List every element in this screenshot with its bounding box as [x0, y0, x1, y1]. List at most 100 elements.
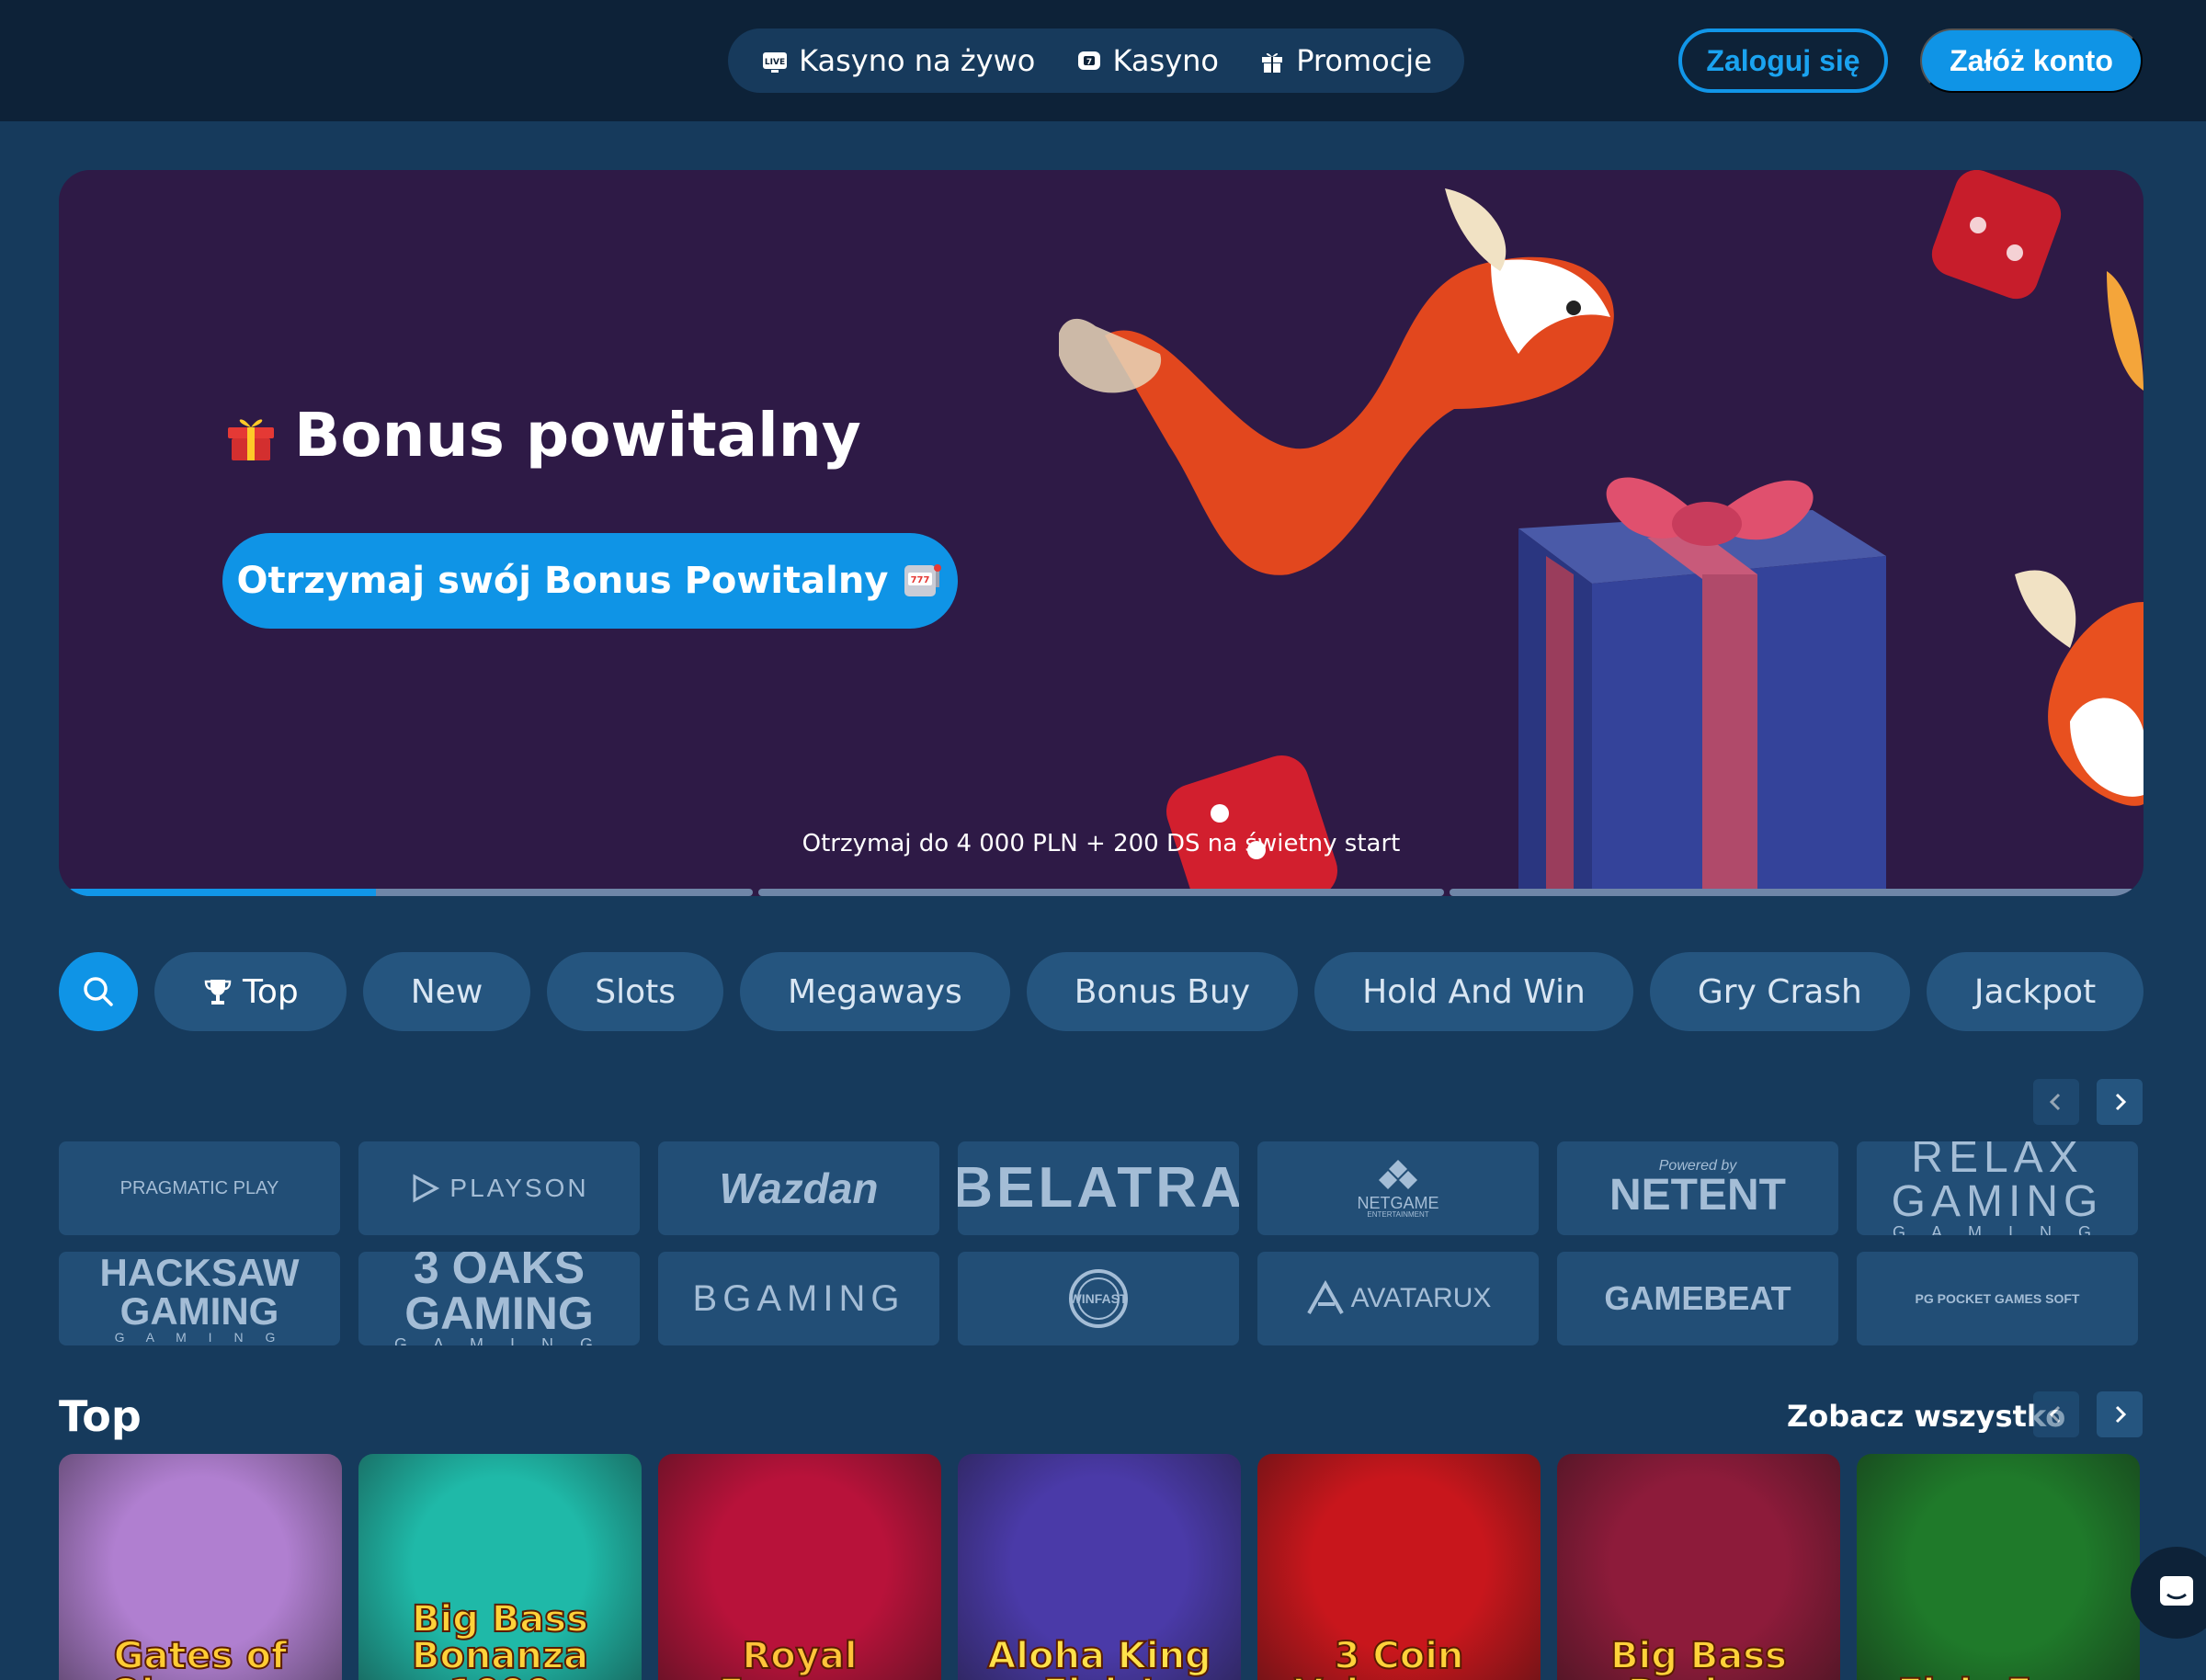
provider-avatarux[interactable]: AVATARUX — [1257, 1252, 1539, 1345]
category-crash-games[interactable]: Gry Crash — [1649, 952, 1910, 1031]
game-title: 3 Coin Volcanoes — [1293, 1635, 1505, 1680]
category-top[interactable]: Top — [154, 952, 347, 1031]
provider-logo: BGAMING — [692, 1278, 905, 1319]
category-label: Bonus Buy — [1074, 972, 1251, 1011]
avatarux-a-icon — [1306, 1280, 1344, 1314]
provider-pg-soft[interactable]: PG POCKET GAMES SOFT — [1857, 1252, 2138, 1345]
svg-text:777: 777 — [911, 575, 930, 585]
provider-hacksaw-gaming[interactable]: HACKSAW GAMING G A M I N G — [59, 1252, 340, 1345]
chevron-left-icon — [2049, 1093, 2061, 1111]
provider-grid: PRAGMATIC PLAY PLAYSON Wazdan BELATRA NE… — [59, 1141, 2143, 1345]
slide-indicator[interactable] — [758, 889, 1444, 896]
category-label: Top — [243, 972, 299, 1011]
hero-cta-button[interactable]: Otrzymaj swój Bonus Powitalny 777 — [222, 533, 958, 629]
provider-pragmatic-play[interactable]: PRAGMATIC PLAY — [59, 1141, 340, 1235]
game-card[interactable]: Royal Express — [658, 1454, 941, 1680]
hero-cta-label: Otrzymaj swój Bonus Powitalny — [236, 560, 889, 602]
providers-next-button[interactable] — [2097, 1079, 2143, 1125]
nav-casino[interactable]: 7 Kasyno — [1075, 43, 1220, 78]
provider-logo: Wazdan — [719, 1164, 879, 1212]
top-header: LIVE Kasyno na żywo 7 Kasyno Promocje Za… — [0, 0, 2206, 121]
game-card[interactable]: Aloha King Elvis! — [958, 1454, 1241, 1680]
providers-prev-button[interactable] — [2033, 1079, 2079, 1125]
login-button[interactable]: Zaloguj się — [1678, 28, 1888, 93]
top-prev-button[interactable] — [2033, 1391, 2079, 1437]
category-label: Gry Crash — [1697, 972, 1862, 1011]
slide-indicator[interactable] — [68, 889, 754, 896]
winfast-logo: WINFAST — [1069, 1269, 1128, 1328]
hero-title-text: Bonus powitalny — [294, 400, 861, 471]
hero-slide-progress[interactable] — [68, 889, 2134, 896]
provider-3-oaks-gaming[interactable]: 3 OAKS GAMING G A M I N G — [358, 1252, 640, 1345]
provider-logo: PRAGMATIC PLAY — [119, 1178, 279, 1198]
see-all-link[interactable]: Zobacz wszystko — [1787, 1399, 2065, 1434]
provider-bgaming[interactable]: BGAMING — [658, 1252, 939, 1345]
main-nav: LIVE Kasyno na żywo 7 Kasyno Promocje — [728, 28, 1464, 93]
chevron-right-icon — [2115, 1093, 2127, 1111]
koi-fish-icon — [2015, 271, 2143, 806]
top-next-button[interactable] — [2097, 1391, 2143, 1437]
provider-sub: G A M I N G — [114, 1330, 285, 1345]
nav-live-casino-label: Kasyno na żywo — [799, 43, 1036, 78]
provider-logo: GAMEBEAT — [1604, 1279, 1791, 1317]
netgame-diamond-icon — [1379, 1160, 1417, 1189]
game-card[interactable]: Elvis Frog — [1857, 1454, 2140, 1680]
live-icon: LIVE — [763, 52, 788, 73]
koi-fish-icon — [1059, 188, 1614, 575]
category-label: Hold And Win — [1362, 972, 1586, 1011]
game-card[interactable]: Big Bass Boxing — [1557, 1454, 1840, 1680]
svg-text:LIVE: LIVE — [765, 58, 785, 67]
game-card[interactable]: Big Bass Bonanza 1000 — [358, 1454, 642, 1680]
top-games-row: Gates of Olympus Big Bass Bonanza 1000 Roy… — [59, 1454, 2143, 1680]
category-label: Jackpot — [1973, 972, 2097, 1011]
nav-promotions[interactable]: Promocje — [1257, 43, 1432, 78]
hero-illustration — [1059, 170, 2143, 896]
category-label: Megaways — [788, 972, 962, 1011]
provider-logo: PLAYSON — [449, 1174, 589, 1202]
nav-live-casino[interactable]: LIVE Kasyno na żywo — [760, 43, 1035, 78]
slide-indicator[interactable] — [1449, 889, 2134, 896]
category-hold-and-win[interactable]: Hold And Win — [1314, 952, 1633, 1031]
section-title-top: Top — [59, 1391, 142, 1441]
hero-title: Bonus powitalny — [222, 400, 861, 471]
category-bonus-buy[interactable]: Bonus Buy — [1026, 952, 1299, 1031]
category-label: New — [410, 972, 483, 1011]
category-megaways[interactable]: Megaways — [740, 952, 1010, 1031]
provider-playson[interactable]: PLAYSON — [358, 1141, 640, 1235]
category-jackpot[interactable]: Jackpot — [1926, 952, 2143, 1031]
trophy-icon — [204, 980, 232, 1005]
provider-belatra[interactable]: BELATRA — [958, 1141, 1239, 1235]
game-title: Big Bass Boxing — [1609, 1635, 1788, 1680]
provider-relax-gaming[interactable]: RELAX GAMING G A M I N G — [1857, 1141, 2138, 1235]
game-card[interactable]: 3 Coin Volcanoes — [1257, 1454, 1541, 1680]
category-new[interactable]: New — [362, 952, 531, 1031]
provider-gamebeat[interactable]: GAMEBEAT — [1557, 1252, 1838, 1345]
provider-netgame[interactable]: NETGAME ENTERTAINMENT — [1257, 1141, 1539, 1235]
category-slots[interactable]: Slots — [547, 952, 724, 1031]
nav-casino-label: Kasyno — [1112, 43, 1220, 78]
hero-banner[interactable]: Bonus powitalny Otrzymaj swój Bonus Powi… — [59, 170, 2143, 896]
provider-sub: G A M I N G — [1892, 1223, 2103, 1235]
provider-netent[interactable]: Powered by NETENT — [1557, 1141, 1838, 1235]
search-button[interactable] — [59, 952, 138, 1031]
provider-logo: PG POCKET GAMES SOFT — [1915, 1291, 2080, 1306]
category-bar: Top New Slots Megaways Bonus Buy Hold An… — [59, 952, 2143, 1031]
provider-logo: BELATRA — [958, 1156, 1239, 1220]
provider-sub: ENTERTAINMENT — [1367, 1210, 1429, 1219]
provider-sub: G A M I N G — [393, 1335, 605, 1345]
provider-wazdan[interactable]: Wazdan — [658, 1141, 939, 1235]
provider-logo: 3 OAKS GAMING — [404, 1252, 594, 1339]
slot-machine-icon: 777 — [904, 564, 942, 596]
provider-logo: AVATARUX — [1350, 1283, 1492, 1313]
game-title: Elvis Frog — [1857, 1674, 2140, 1680]
svg-text:7: 7 — [1086, 58, 1091, 67]
gift-emoji-icon — [228, 418, 274, 460]
game-title: Big Bass Bonanza 1000 — [411, 1598, 589, 1680]
provider-winfast[interactable]: WINFAST — [958, 1252, 1239, 1345]
register-button[interactable]: Załóż konto — [1920, 28, 2143, 93]
provider-logo: NETENT — [1609, 1171, 1786, 1220]
hero-subtitle: Otrzymaj do 4 000 PLN + 200 DS na świetn… — [802, 830, 1401, 857]
provider-logo: NETGAME — [1357, 1194, 1439, 1212]
game-card[interactable]: Gates of Olympus — [59, 1454, 342, 1680]
casino-chip-icon: 7 — [1077, 51, 1100, 70]
